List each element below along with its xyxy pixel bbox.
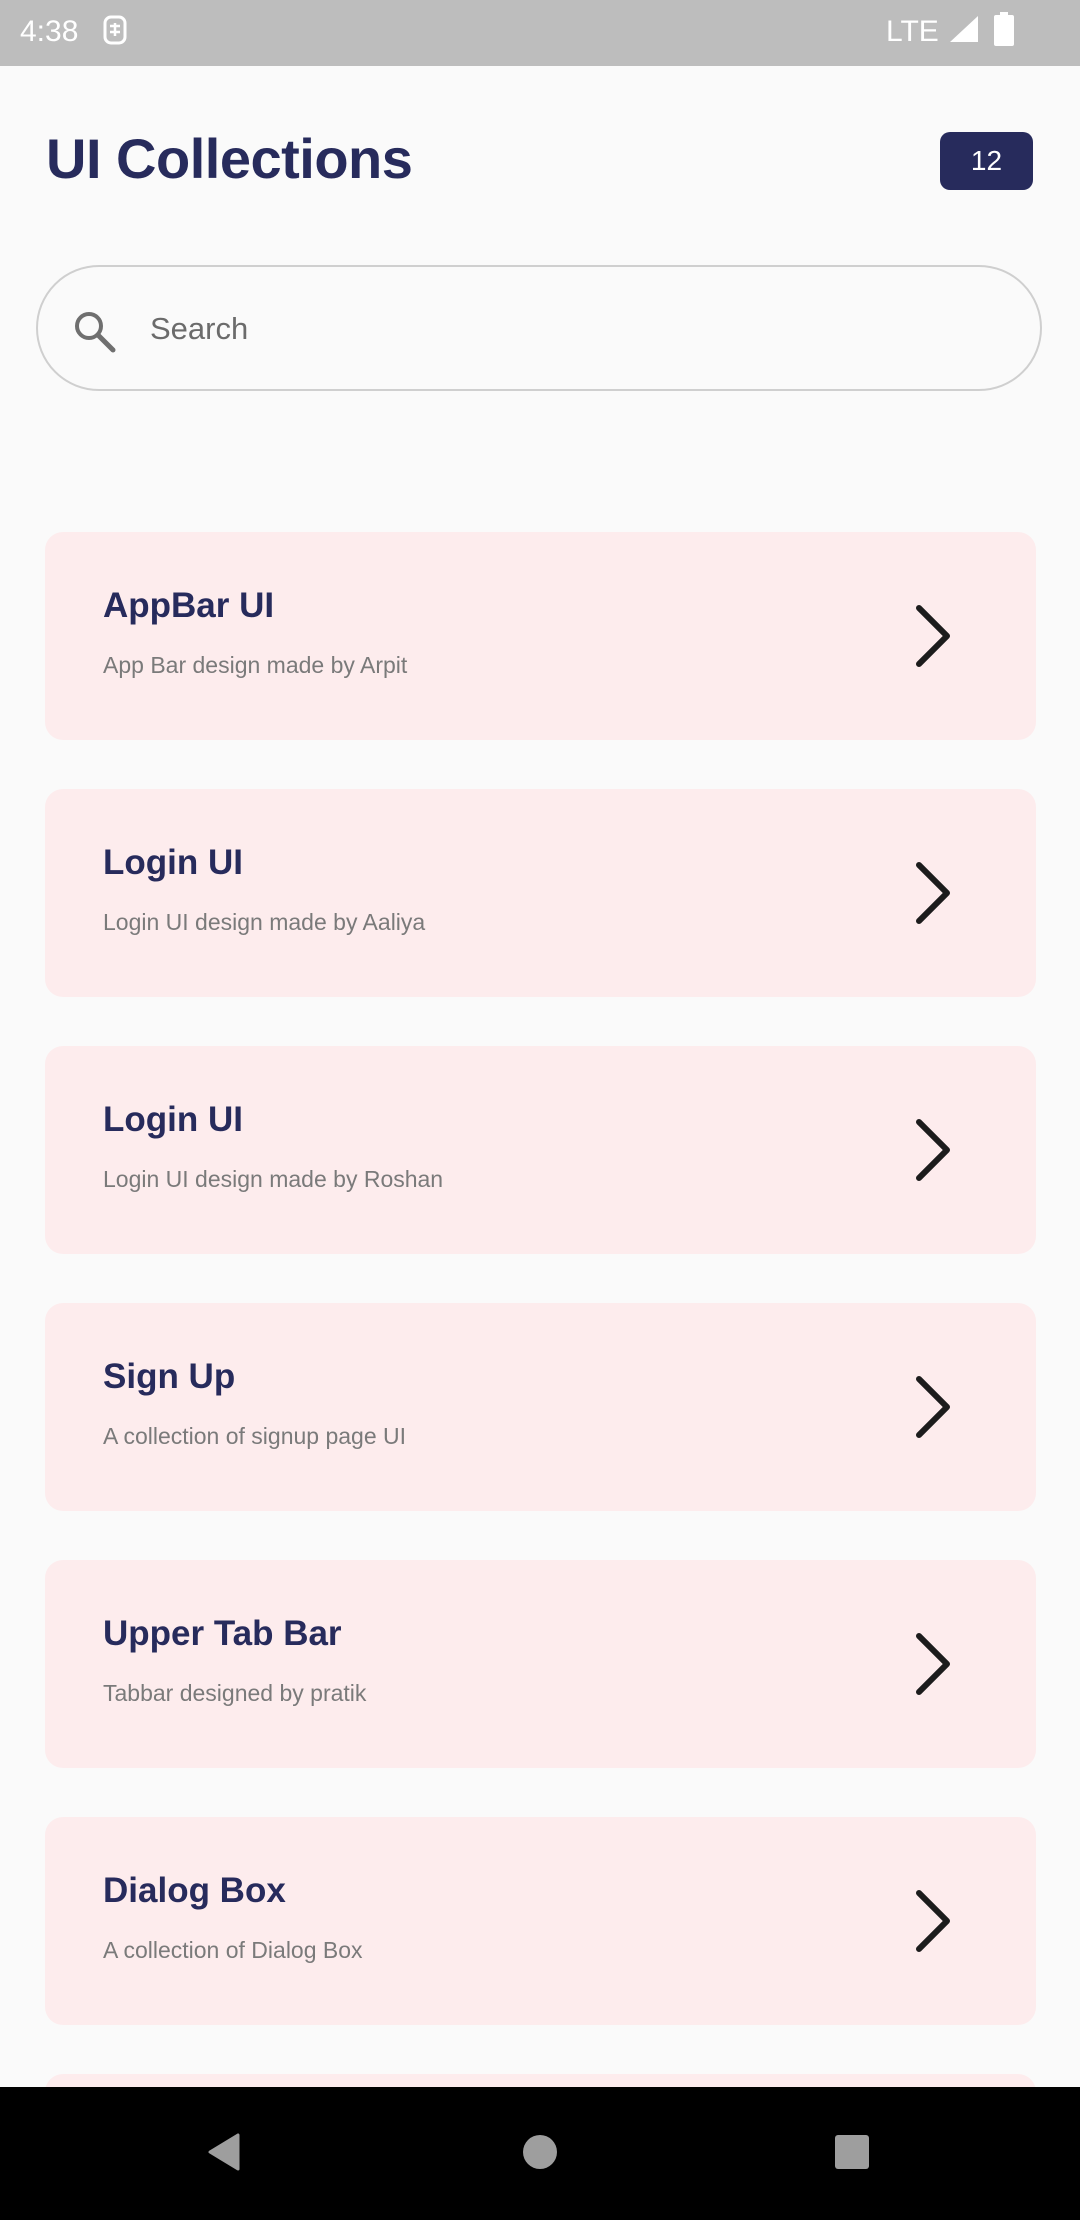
collection-list[interactable]: AppBar UI App Bar design made by Arpit L…: [45, 532, 1036, 2087]
card-subtitle: Login UI design made by Roshan: [103, 1166, 444, 1192]
card-title: Sign Up: [103, 1357, 236, 1396]
navigation-bar: [0, 2087, 1080, 2220]
network-type: LTE: [886, 15, 939, 48]
chevron-right-icon[interactable]: [911, 859, 955, 927]
chevron-right-icon[interactable]: [911, 1116, 955, 1184]
card-subtitle: Login UI design made by Aaliya: [103, 909, 426, 935]
card-title: Dialog Box: [103, 1871, 286, 1910]
card-subtitle: A collection of signup page UI: [103, 1423, 407, 1449]
collection-card[interactable]: Upper Tab Bar Tabbar designed by pratik: [45, 1560, 1036, 1768]
chevron-right-icon[interactable]: [911, 1630, 955, 1698]
search-icon: [75, 312, 116, 353]
card-title: AppBar UI: [103, 586, 275, 625]
collection-card-partial[interactable]: [45, 2074, 1036, 2087]
card-subtitle: Tabbar designed by pratik: [103, 1680, 367, 1706]
card-title: Login UI: [103, 843, 243, 882]
collection-card[interactable]: AppBar UI App Bar design made by Arpit: [45, 532, 1036, 740]
count-badge: 12: [940, 132, 1033, 190]
collection-card[interactable]: Dialog Box A collection of Dialog Box: [45, 1817, 1036, 2025]
collection-card[interactable]: Login UI Login UI design made by Aaliya: [45, 789, 1036, 997]
search-box[interactable]: [36, 265, 1042, 391]
status-time: 4:38: [20, 15, 79, 48]
battery-icon: [994, 12, 1014, 46]
back-icon[interactable]: [206, 2132, 242, 2172]
collection-card[interactable]: Sign Up A collection of signup page UI: [45, 1303, 1036, 1511]
sim-notification-icon: [103, 15, 127, 45]
chevron-right-icon[interactable]: [911, 602, 955, 670]
chevron-right-icon[interactable]: [911, 1887, 955, 1955]
signal-icon: [950, 16, 978, 42]
chevron-right-icon[interactable]: [911, 1373, 955, 1441]
collection-card[interactable]: Login UI Login UI design made by Roshan: [45, 1046, 1036, 1254]
card-title: Login UI: [103, 1100, 243, 1139]
page-title: UI Collections: [46, 127, 413, 190]
home-icon[interactable]: [522, 2134, 558, 2170]
recents-icon[interactable]: [834, 2134, 870, 2170]
search-input[interactable]: [148, 297, 1012, 361]
status-bar: 4:38 LTE: [0, 0, 1080, 66]
card-subtitle: A collection of Dialog Box: [103, 1937, 363, 1963]
card-title: Upper Tab Bar: [103, 1614, 342, 1653]
card-subtitle: App Bar design made by Arpit: [103, 652, 408, 678]
